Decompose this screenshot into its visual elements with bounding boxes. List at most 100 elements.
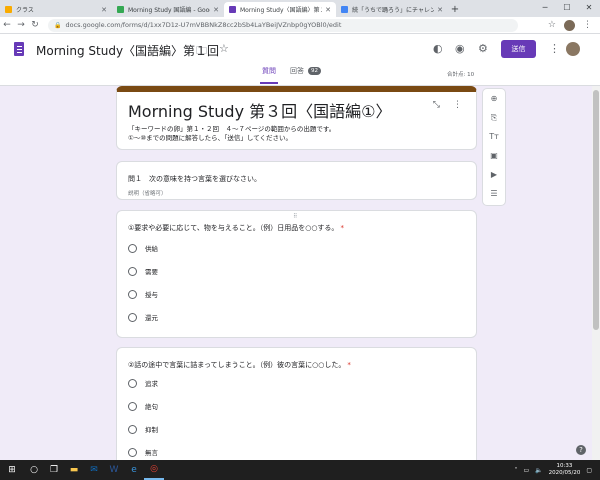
avatar[interactable] (566, 42, 580, 56)
option-row[interactable]: 需要 (128, 266, 158, 276)
radio-button[interactable] (128, 378, 137, 388)
responses-count-badge: 92 (308, 67, 321, 75)
more-menu-icon[interactable]: ⋮ (549, 42, 560, 55)
close-icon[interactable]: ✕ (101, 6, 107, 14)
outlook-icon[interactable]: ✉ (84, 460, 104, 480)
radio-button[interactable] (128, 424, 137, 434)
network-icon[interactable]: ▭ (523, 467, 529, 474)
browser-tab[interactable]: クラス ✕ (0, 2, 112, 17)
option-row[interactable]: 還元 (128, 312, 158, 322)
windows-start-icon[interactable]: ⊞ (0, 460, 24, 480)
close-icon[interactable]: ✕ (437, 6, 443, 14)
edge-icon[interactable]: e (124, 460, 144, 480)
browser-tab[interactable]: 続「うちで踊ろう」にチャレンジしよう！ ✕ (336, 2, 448, 17)
scrollbar-thumb[interactable] (593, 90, 599, 330)
title-card[interactable]: Morning Study 第３回〈国語編①〉 「キーワードの卵」第１・２回 ４… (116, 86, 477, 150)
section-title[interactable]: 問１ 次の意味を持つ言葉を選びなさい。 (128, 174, 261, 184)
browser-tab[interactable]: Morning Study 国語編 - Google ✕ (112, 2, 224, 17)
window-close-button[interactable]: ✕ (578, 0, 600, 15)
more-options-icon[interactable]: ⋮ (453, 100, 462, 110)
task-view-icon[interactable]: ❐ (44, 460, 64, 480)
notifications-icon[interactable]: ▢ (586, 467, 592, 474)
url-text: docs.google.com/forms/d/1xx7D1z-U7mVBBNk… (65, 21, 342, 29)
form-description[interactable]: 「キーワードの卵」第１・２回 ４～７ページの範囲からの出題です。 ①～⑩までの問… (128, 125, 335, 143)
option-row[interactable]: 追求 (128, 378, 158, 388)
system-tray: ˄ ▭ 🔈 10:33 2020/05/20 ▢ (514, 460, 592, 480)
browser-menu-icon[interactable]: ⋮ (583, 20, 592, 30)
minimize-button[interactable]: ─ (534, 0, 556, 15)
forward-button[interactable]: → (14, 20, 28, 30)
radio-button[interactable] (128, 401, 137, 411)
tab-questions[interactable]: 質問 (260, 66, 278, 84)
send-button[interactable]: 送信 (501, 40, 536, 58)
radio-button[interactable] (128, 447, 137, 457)
radio-button[interactable] (128, 289, 137, 299)
close-icon[interactable]: ✕ (325, 6, 331, 14)
import-questions-icon[interactable]: ⎘ (491, 112, 497, 123)
add-title-icon[interactable]: Tт (489, 131, 499, 142)
question-text: ①要求や必要に応じて、物を与えること。（例）日用品を○○する。 (128, 224, 339, 232)
palette-icon[interactable]: ◐ (433, 42, 443, 55)
option-label: 無言 (145, 449, 158, 457)
tab-label: クラス (16, 7, 34, 14)
tab-label: Morning Study 国語編 - Google (128, 7, 211, 14)
chevron-up-icon[interactable]: ˄ (514, 467, 517, 474)
browser-avatar[interactable] (564, 19, 575, 31)
settings-gear-icon[interactable]: ⚙ (478, 42, 488, 55)
collapse-icon[interactable]: ⤡ (433, 100, 440, 110)
folder-icon[interactable]: 🗀 (196, 42, 207, 61)
reload-button[interactable]: ↻ (28, 20, 42, 30)
forms-header: Morning Study〈国語編〉第１回 🗀 ☆ ◐ ◉ ⚙ 送信 ⋮ 質問 … (0, 34, 600, 86)
back-button[interactable]: ← (0, 20, 14, 30)
option-row[interactable]: 無言 (128, 447, 158, 457)
add-question-icon[interactable]: ⊕ (491, 93, 498, 104)
radio-button[interactable] (128, 312, 137, 322)
option-row[interactable]: 絶句 (128, 401, 158, 411)
window-controls: ─ ☐ ✕ (534, 0, 600, 15)
close-icon[interactable]: ✕ (213, 6, 219, 14)
forms-icon (229, 6, 236, 13)
add-image-icon[interactable]: ▣ (490, 150, 498, 161)
option-row[interactable]: 抑制 (128, 424, 158, 434)
docs-icon (341, 6, 348, 13)
section-card[interactable]: 問１ 次の意味を持つ言葉を選びなさい。 説明（省略可） (116, 161, 477, 200)
add-section-icon[interactable]: ☰ (490, 188, 497, 199)
question-title[interactable]: ②話の途中で言葉に詰まってしまうこと。（例）彼の言葉に○○した。 * (128, 360, 351, 370)
option-row[interactable]: 授与 (128, 289, 158, 299)
question-card[interactable]: ⠿ ①要求や必要に応じて、物を与えること。（例）日用品を○○する。 * 供給 需要… (116, 210, 477, 338)
clock[interactable]: 10:33 2020/05/20 (549, 463, 581, 477)
tab-responses[interactable]: 回答 92 (290, 66, 321, 84)
classroom-icon (5, 6, 12, 13)
new-tab-button[interactable]: + (448, 2, 462, 17)
forms-logo-icon[interactable] (14, 42, 24, 56)
maximize-button[interactable]: ☐ (556, 0, 578, 15)
browser-tab-bar: クラス ✕ Morning Study 国語編 - Google ✕ Morni… (0, 0, 600, 17)
preview-eye-icon[interactable]: ◉ (455, 42, 465, 55)
option-label: 抑制 (145, 426, 158, 434)
volume-icon[interactable]: 🔈 (535, 467, 542, 474)
form-title[interactable]: Morning Study〈国語編〉第１回 (36, 42, 219, 59)
question-title[interactable]: ①要求や必要に応じて、物を与えること。（例）日用品を○○する。 * (128, 223, 344, 233)
option-label: 授与 (145, 291, 158, 299)
tab-label: Morning Study〈国語編〉第１回 (240, 7, 322, 14)
question-card[interactable]: ②話の途中で言葉に詰まってしまうこと。（例）彼の言葉に○○した。 * 追求 絶句 … (116, 347, 477, 467)
bookmark-star-icon[interactable]: ☆ (548, 20, 556, 30)
option-row[interactable]: 供給 (128, 243, 158, 253)
search-icon[interactable]: ○ (24, 460, 44, 480)
help-icon[interactable]: ? (576, 445, 586, 455)
radio-button[interactable] (128, 243, 137, 253)
word-icon[interactable]: W (104, 460, 124, 480)
radio-button[interactable] (128, 266, 137, 276)
section-description[interactable]: 説明（省略可） (128, 189, 167, 197)
chrome-icon[interactable]: ◎ (144, 460, 164, 480)
total-points: 合計点: 10 (447, 72, 475, 78)
file-explorer-icon[interactable]: ▬ (64, 460, 84, 480)
browser-tab-active[interactable]: Morning Study〈国語編〉第１回 ✕ (224, 2, 336, 17)
add-video-icon[interactable]: ▶ (491, 169, 497, 180)
sheets-icon (117, 6, 124, 13)
drag-handle-icon[interactable]: ⠿ (293, 213, 298, 220)
form-heading[interactable]: Morning Study 第３回〈国語編①〉 (128, 98, 392, 122)
url-field[interactable]: 🔒 docs.google.com/forms/d/1xx7D1z-U7mVBB… (48, 18, 518, 32)
form-tabs: 質問 回答 92 (260, 66, 321, 84)
star-icon[interactable]: ☆ (219, 42, 229, 55)
